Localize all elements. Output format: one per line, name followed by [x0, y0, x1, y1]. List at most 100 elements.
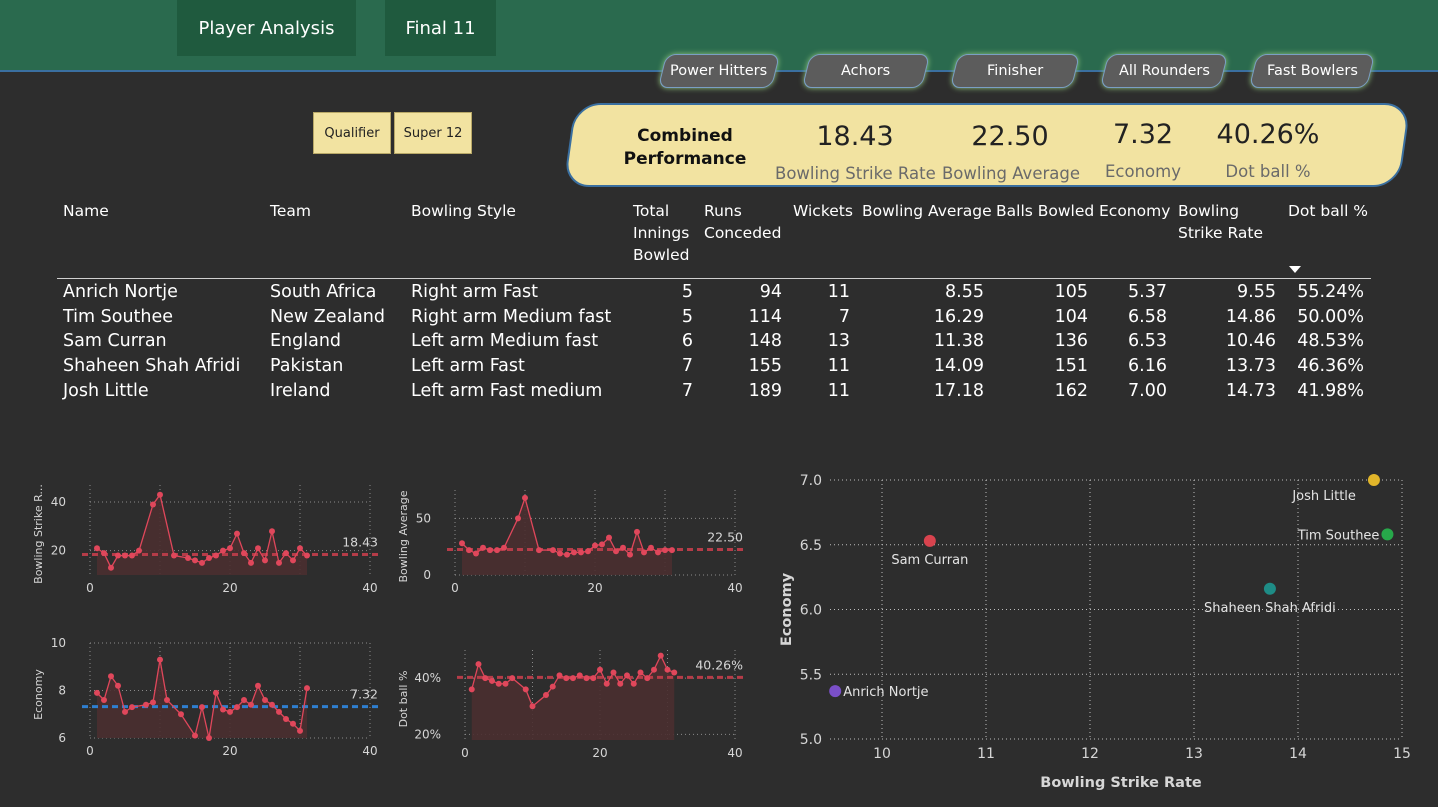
- x-tick-label: 15: [1393, 746, 1411, 762]
- col-team-header[interactable]: Team: [270, 200, 311, 222]
- data-point: [509, 675, 516, 682]
- sort-descending-icon[interactable]: [1289, 266, 1301, 273]
- anchors-button[interactable]: Achors: [801, 54, 931, 88]
- table-row[interactable]: Shaheen Shah Afridi Pakistan Left arm Fast…: [57, 356, 1371, 381]
- qualifier-button[interactable]: Qualifier: [313, 112, 391, 154]
- bowling-average-line-chart: 22.50 0 20 40 0 50 Bowling Average: [397, 490, 745, 595]
- super-12-button[interactable]: Super 12: [394, 112, 472, 154]
- scatter-point: [923, 534, 936, 547]
- all-rounders-button[interactable]: All Rounders: [1099, 54, 1229, 88]
- col-runs-header-line2: Conceded: [704, 224, 782, 242]
- reference-value-label: 7.32: [350, 687, 378, 702]
- x-tick-label: 11: [977, 746, 995, 762]
- y-axis-title: Economy: [32, 669, 45, 720]
- y-tick-label: 5.0: [800, 732, 822, 748]
- data-point: [192, 557, 198, 564]
- data-point: [515, 515, 521, 522]
- col-strike-rate-header[interactable]: Bowling Strike Rate: [1178, 200, 1263, 244]
- col-wickets-header[interactable]: Wickets: [793, 200, 853, 222]
- series-area: [462, 497, 672, 575]
- data-point: [502, 680, 509, 687]
- col-average-header[interactable]: Bowling Average: [862, 200, 992, 222]
- data-point: [227, 708, 233, 715]
- data-point: [536, 547, 542, 554]
- cell-avg: 11.38: [933, 331, 984, 352]
- finisher-button[interactable]: Finisher: [949, 54, 1081, 88]
- data-point: [459, 540, 465, 547]
- data-point: [662, 547, 668, 554]
- kpi-strike-rate-value: 18.43: [816, 121, 894, 152]
- cell-wickets: 7: [838, 306, 850, 327]
- combined-performance-title-line1: Combined: [637, 126, 733, 146]
- data-point: [94, 545, 100, 552]
- data-point: [592, 542, 598, 549]
- data-point: [164, 697, 170, 703]
- final-11-button[interactable]: Final 11: [385, 0, 496, 56]
- cell-wickets: 11: [827, 380, 850, 401]
- cell-avg: 17.18: [933, 380, 984, 401]
- cell-avg: 14.09: [933, 356, 984, 377]
- point-label: Tim Southee: [1297, 528, 1380, 543]
- power-hitters-button[interactable]: Power Hitters: [657, 54, 781, 88]
- table-row[interactable]: Tim Southee New Zealand Right arm Medium f…: [57, 307, 1371, 332]
- data-point: [122, 552, 128, 559]
- reference-value-label: 18.43: [342, 534, 378, 549]
- player-analysis-button[interactable]: Player Analysis: [177, 0, 356, 56]
- point-label: Anrich Nortje: [843, 685, 928, 700]
- col-strike-rate-header-line2: Strike Rate: [1178, 224, 1264, 242]
- data-point: [269, 701, 275, 708]
- cell-innings: 7: [681, 380, 693, 401]
- cell-balls: 104: [1054, 306, 1088, 327]
- data-point: [290, 720, 296, 727]
- all-rounders-label: All Rounders: [1118, 63, 1210, 79]
- cell-sr: 14.73: [1225, 380, 1276, 401]
- power-hitters-label: Power Hitters: [670, 63, 768, 79]
- data-point: [570, 675, 576, 682]
- x-tick-label: 40: [362, 581, 377, 595]
- col-name-header[interactable]: Name: [63, 200, 109, 222]
- cell-name: Sam Curran: [63, 331, 167, 352]
- data-point: [557, 550, 563, 557]
- data-point: [556, 672, 563, 679]
- table-row[interactable]: Sam Curran England Left arm Medium fast 6 14…: [57, 331, 1371, 356]
- y-axis-title: Bowling Strike R...: [32, 484, 45, 584]
- anchors-label: Achors: [841, 63, 891, 79]
- y-tick-label: 20: [51, 544, 66, 558]
- data-point: [206, 735, 212, 741]
- x-axis-title: Bowling Strike Rate: [1040, 775, 1202, 791]
- data-point: [468, 686, 475, 693]
- cell-name: Tim Southee: [63, 306, 174, 327]
- cell-wickets: 11: [827, 282, 850, 302]
- data-point: [603, 680, 610, 687]
- cell-runs: 148: [748, 331, 782, 352]
- table-row[interactable]: Anrich Nortje South Africa Right arm Fast 5…: [57, 282, 1371, 307]
- data-point: [171, 552, 177, 559]
- cell-team: England: [270, 331, 342, 352]
- table-row[interactable]: Josh Little Ireland Left arm Fast medium 7 1…: [57, 381, 1371, 406]
- kpi-average-value: 22.50: [971, 121, 1049, 152]
- data-point: [620, 544, 626, 551]
- x-tick-label: 20: [587, 581, 602, 595]
- col-economy-header[interactable]: Economy: [1099, 200, 1170, 222]
- data-point: [297, 545, 303, 552]
- cell-dot: 46.36%: [1297, 356, 1364, 377]
- col-innings-header[interactable]: Total Innings Bowled: [633, 200, 689, 266]
- col-balls-header[interactable]: Balls Bowled: [996, 200, 1094, 222]
- data-point: [108, 564, 114, 571]
- scatter-point: [1263, 582, 1276, 595]
- data-point: [578, 549, 584, 556]
- col-runs-header[interactable]: Runs Conceded: [704, 200, 781, 244]
- cell-sr: 14.86: [1225, 306, 1276, 327]
- fast-bowlers-button[interactable]: Fast Bowlers: [1248, 54, 1376, 88]
- data-point: [671, 669, 678, 676]
- data-point: [290, 557, 296, 564]
- cell-sr: 10.46: [1225, 331, 1276, 352]
- data-point: [583, 675, 590, 682]
- col-style-header[interactable]: Bowling Style: [411, 200, 516, 222]
- data-point: [94, 689, 100, 696]
- data-point: [550, 547, 556, 554]
- cell-team: Ireland: [270, 380, 331, 401]
- data-point: [220, 547, 226, 554]
- col-dot-ball-header[interactable]: Dot ball %: [1288, 200, 1368, 222]
- cell-dot: 55.24%: [1297, 282, 1364, 302]
